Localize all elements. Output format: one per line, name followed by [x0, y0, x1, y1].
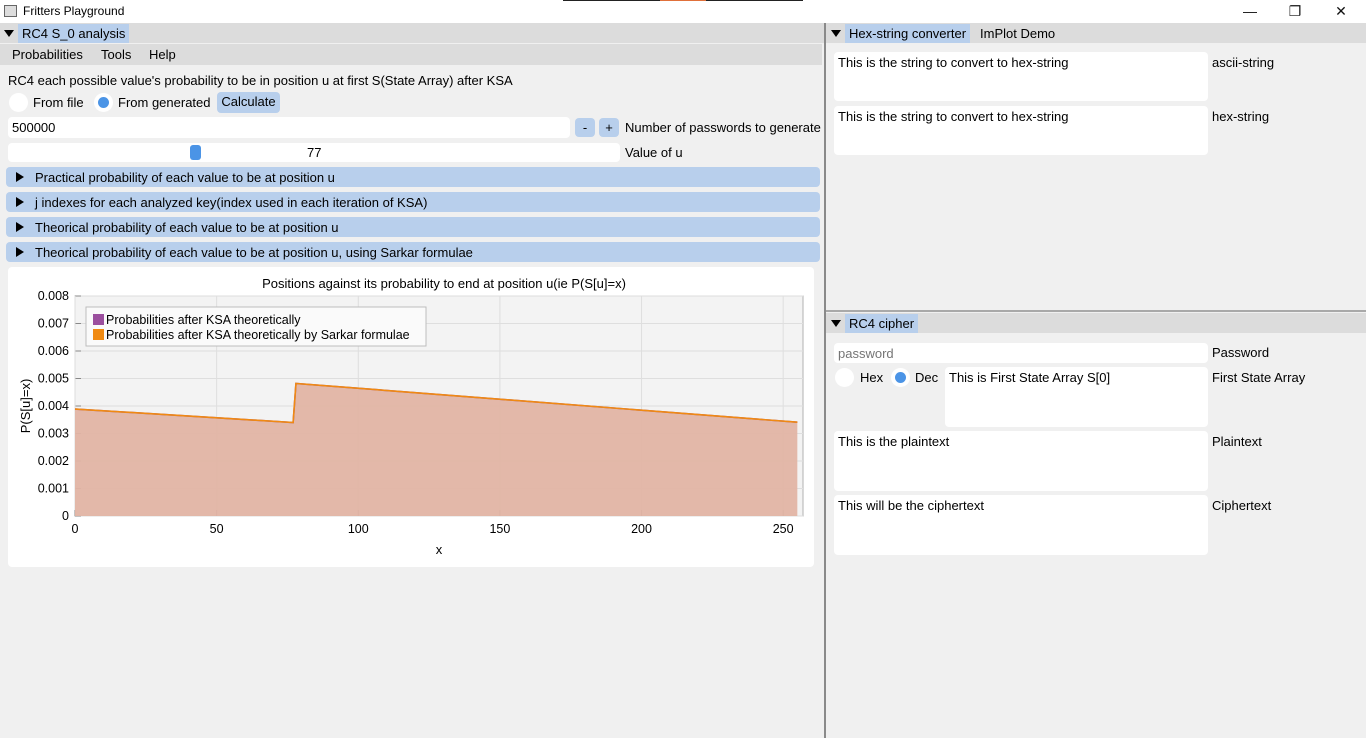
dec-radio-label: Dec — [915, 370, 939, 385]
y-tick-label: 0.006 — [38, 344, 69, 358]
x-tick-label: 0 — [72, 522, 79, 536]
right-panel-splitter[interactable] — [826, 310, 1366, 312]
section-label: Practical probability of each value to b… — [35, 170, 335, 185]
from-file-label: From file — [33, 95, 84, 110]
ciphertext-input[interactable]: This will be the ciphertext — [834, 495, 1208, 555]
collapse-icon[interactable] — [831, 320, 841, 327]
chart-title: Positions against its probability to end… — [262, 276, 626, 291]
expand-arrow-icon — [16, 197, 24, 207]
section-j-indexes[interactable]: j indexes for each analyzed key(index us… — [6, 192, 820, 212]
y-tick-label: 0 — [62, 509, 69, 523]
maximize-button[interactable]: ❐ — [1272, 2, 1318, 21]
title-bar: Fritters Playground — ❐ ✕ — [0, 0, 1366, 23]
close-button[interactable]: ✕ — [1318, 2, 1364, 21]
hex-radio-label: Hex — [860, 370, 884, 385]
decrement-button[interactable]: - — [575, 118, 595, 137]
legend-entry: Probabilities after KSA theoretically — [106, 313, 301, 327]
minimize-button[interactable]: — — [1227, 2, 1273, 21]
y-tick-label: 0.004 — [38, 399, 69, 413]
state-array-input[interactable]: This is First State Array S[0] — [945, 367, 1208, 427]
passwords-count-input[interactable]: 500000 — [8, 117, 570, 138]
x-tick-label: 250 — [773, 522, 794, 536]
tab-rc4-s0-analysis[interactable]: RC4 S_0 analysis — [18, 24, 130, 43]
y-tick-label: 0.002 — [38, 454, 69, 468]
probability-plot[interactable]: 0 0.001 0.002 0.003 0.004 0.005 0.006 0.007 0.00… — [8, 267, 814, 567]
plaintext-label: Plaintext — [1212, 434, 1262, 449]
from-file-radio[interactable] — [9, 93, 28, 112]
y-tick-label: 0.001 — [38, 482, 69, 496]
menu-tools[interactable]: Tools — [101, 47, 131, 62]
x-tick-label: 150 — [489, 522, 510, 536]
expand-arrow-icon — [16, 222, 24, 232]
password-label: Password — [1212, 345, 1270, 360]
y-tick-label: 0.007 — [38, 317, 69, 331]
hex-string-input[interactable]: This is the string to convert to hex-str… — [834, 106, 1208, 155]
section-theorical-probability[interactable]: Theorical probability of each value to b… — [6, 217, 820, 237]
expand-arrow-icon — [16, 172, 24, 182]
expand-arrow-icon — [16, 247, 24, 257]
tab-hex-string-converter[interactable]: Hex-string converter — [845, 24, 971, 43]
section-practical-probability[interactable]: Practical probability of each value to b… — [6, 167, 820, 187]
state-array-label: First State Array — [1212, 370, 1306, 385]
right-bottom-tab-bar: RC4 cipher — [826, 313, 1366, 333]
analysis-description: RC4 each possible value's probability to… — [8, 73, 513, 88]
collapse-icon[interactable] — [4, 30, 14, 37]
section-label: Theorical probability of each value to b… — [35, 220, 339, 235]
section-label: Theorical probability of each value to b… — [35, 245, 473, 260]
hex-string-label: hex-string — [1212, 109, 1270, 124]
u-slider-value: 77 — [307, 145, 322, 160]
x-tick-label: 200 — [631, 522, 652, 536]
tab-implot-demo[interactable]: ImPlot Demo — [976, 24, 1059, 43]
ascii-string-label: ascii-string — [1212, 55, 1275, 70]
calculate-button[interactable]: Calculate — [217, 92, 280, 113]
section-label: j indexes for each analyzed key(index us… — [35, 195, 428, 210]
y-tick-label: 0.008 — [38, 289, 69, 303]
password-input[interactable] — [834, 343, 1208, 363]
legend-entry: Probabilities after KSA theoretically by… — [106, 328, 410, 342]
y-axis-label: P(S[u]=x) — [18, 379, 33, 434]
y-tick-label: 0.003 — [38, 427, 69, 441]
plot-svg[interactable]: 0 0.001 0.002 0.003 0.004 0.005 0.006 0.007 0.00… — [8, 267, 814, 567]
menu-probabilities[interactable]: Probabilities — [12, 47, 83, 62]
tab-rc4-cipher[interactable]: RC4 cipher — [845, 314, 919, 333]
u-slider-thumb[interactable] — [190, 145, 201, 160]
section-sarkar-probability[interactable]: Theorical probability of each value to b… — [6, 242, 820, 262]
from-generated-radio[interactable] — [94, 93, 113, 112]
menu-bar: Probabilities Tools Help — [0, 44, 822, 65]
ascii-string-input[interactable]: This is the string to convert to hex-str… — [834, 52, 1208, 101]
from-generated-label: From generated — [118, 95, 211, 110]
hex-radio[interactable] — [835, 368, 854, 387]
app-icon — [4, 5, 17, 17]
x-tick-label: 100 — [348, 522, 369, 536]
x-axis-label: x — [436, 542, 443, 557]
x-tick-label: 50 — [210, 522, 224, 536]
y-tick-label: 0.005 — [38, 372, 69, 386]
increment-button[interactable]: + — [599, 118, 619, 137]
dec-radio[interactable] — [891, 368, 910, 387]
menu-help[interactable]: Help — [149, 47, 176, 62]
collapse-icon[interactable] — [831, 30, 841, 37]
passwords-count-label: Number of passwords to generate — [625, 120, 821, 135]
u-slider-label: Value of u — [625, 145, 683, 160]
chart-legend: Probabilities after KSA theoreticallyPro… — [85, 306, 427, 347]
ciphertext-label: Ciphertext — [1212, 498, 1272, 513]
right-top-tab-bar: Hex-string converter ImPlot Demo — [826, 23, 1366, 43]
plaintext-input[interactable]: This is the plaintext — [834, 431, 1208, 491]
legend-swatch — [93, 314, 104, 325]
title-accent-highlight — [660, 0, 706, 1]
window-title: Fritters Playground — [23, 4, 125, 18]
legend-swatch — [93, 329, 104, 340]
left-tab-bar: RC4 S_0 analysis — [0, 23, 824, 43]
